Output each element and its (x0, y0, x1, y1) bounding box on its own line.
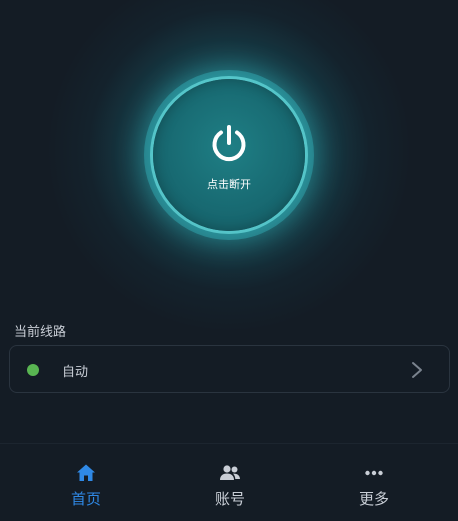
power-icon (212, 125, 246, 162)
current-route-title: 当前线路 (14, 325, 67, 340)
nav-label-more: 更多 (358, 490, 389, 508)
route-status-dot (27, 364, 39, 376)
bottom-nav: 首页 账号 更多 (0, 443, 458, 521)
nav-item-account[interactable]: 账号 (170, 444, 290, 521)
nav-label-account: 账号 (214, 490, 245, 508)
route-selector[interactable]: 自动 (9, 345, 450, 393)
nav-label-home: 首页 (70, 490, 101, 508)
home-icon (77, 464, 95, 481)
nav-item-home[interactable]: 首页 (26, 444, 146, 521)
power-button-label: 点击断开 (207, 178, 251, 191)
chevron-right-icon (412, 362, 422, 378)
app-screen: 点击断开 当前线路 自动 首页 账号 更多 (0, 0, 458, 521)
route-name: 自动 (62, 365, 89, 380)
more-dots-icon (365, 470, 383, 476)
power-disconnect-button[interactable]: 点击断开 (153, 79, 305, 231)
nav-item-more[interactable]: 更多 (314, 444, 434, 521)
users-icon (220, 465, 240, 480)
